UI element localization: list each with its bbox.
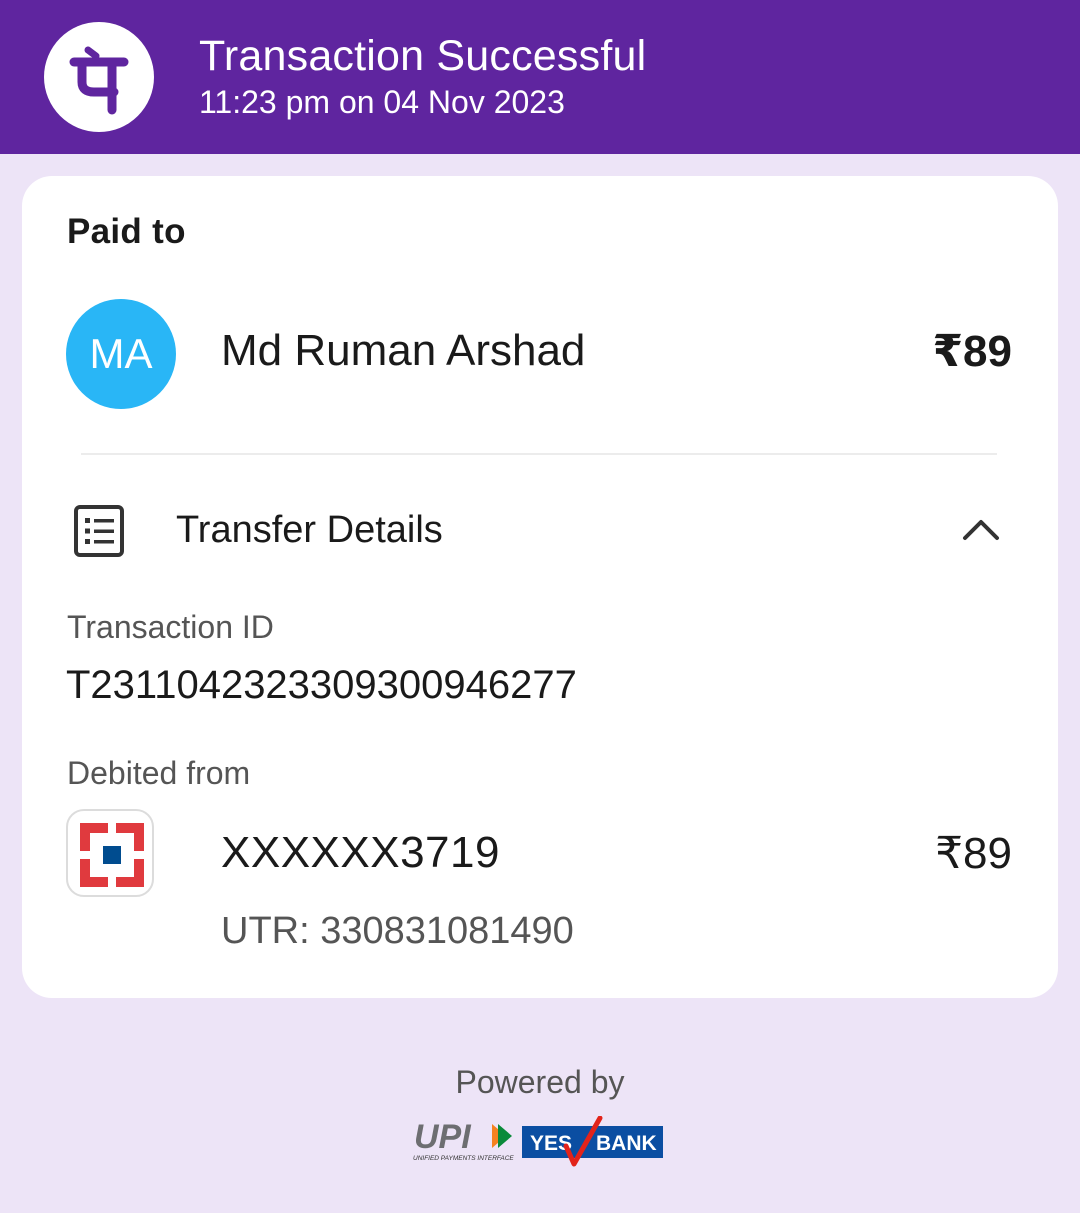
upi-logo-subtext: UNIFIED PAYMENTS INTERFACE (413, 1155, 514, 1162)
transaction-id-label: Transaction ID (67, 609, 274, 645)
transaction-timestamp: 11:23 pm on 04 Nov 2023 (199, 84, 565, 120)
upi-logo-text: UPI (414, 1118, 472, 1156)
receipt-list-icon (73, 504, 125, 563)
transaction-header: Transaction Successful 11:23 pm on 04 No… (0, 0, 1080, 154)
chevron-up-icon[interactable] (961, 516, 1001, 547)
upi-logo-icon: UPI UNIFIED PAYMENTS INTERFACE (412, 1118, 516, 1167)
payee-name[interactable]: Md Ruman Arshad (221, 326, 585, 376)
phonepe-logo-icon (44, 22, 154, 132)
avatar: MA (66, 299, 176, 409)
yes-bank-right-text: BANK (596, 1132, 657, 1155)
transaction-card: Paid to MA Md Ruman Arshad ₹89 Transfer … (22, 176, 1058, 998)
transfer-details-toggle[interactable]: Transfer Details (176, 509, 443, 552)
page-title: Transaction Successful (199, 32, 647, 80)
payee-amount: ₹89 (932, 327, 1012, 376)
divider (81, 453, 997, 455)
debited-amount: ₹89 (935, 829, 1012, 878)
avatar-initials: MA (89, 330, 153, 377)
transaction-id-value[interactable]: T2311042323309300946277 (66, 663, 577, 708)
paid-to-label: Paid to (67, 212, 186, 251)
powered-by-label: Powered by (455, 1064, 625, 1100)
debited-from-label: Debited from (67, 755, 251, 791)
yes-bank-left-text: YES (530, 1132, 572, 1155)
hdfc-bank-icon (66, 809, 154, 897)
utr-number[interactable]: UTR: 330831081490 (221, 910, 574, 953)
yes-bank-logo-icon: YES BANK (522, 1115, 664, 1173)
account-number: XXXXXX3719 (221, 828, 500, 877)
